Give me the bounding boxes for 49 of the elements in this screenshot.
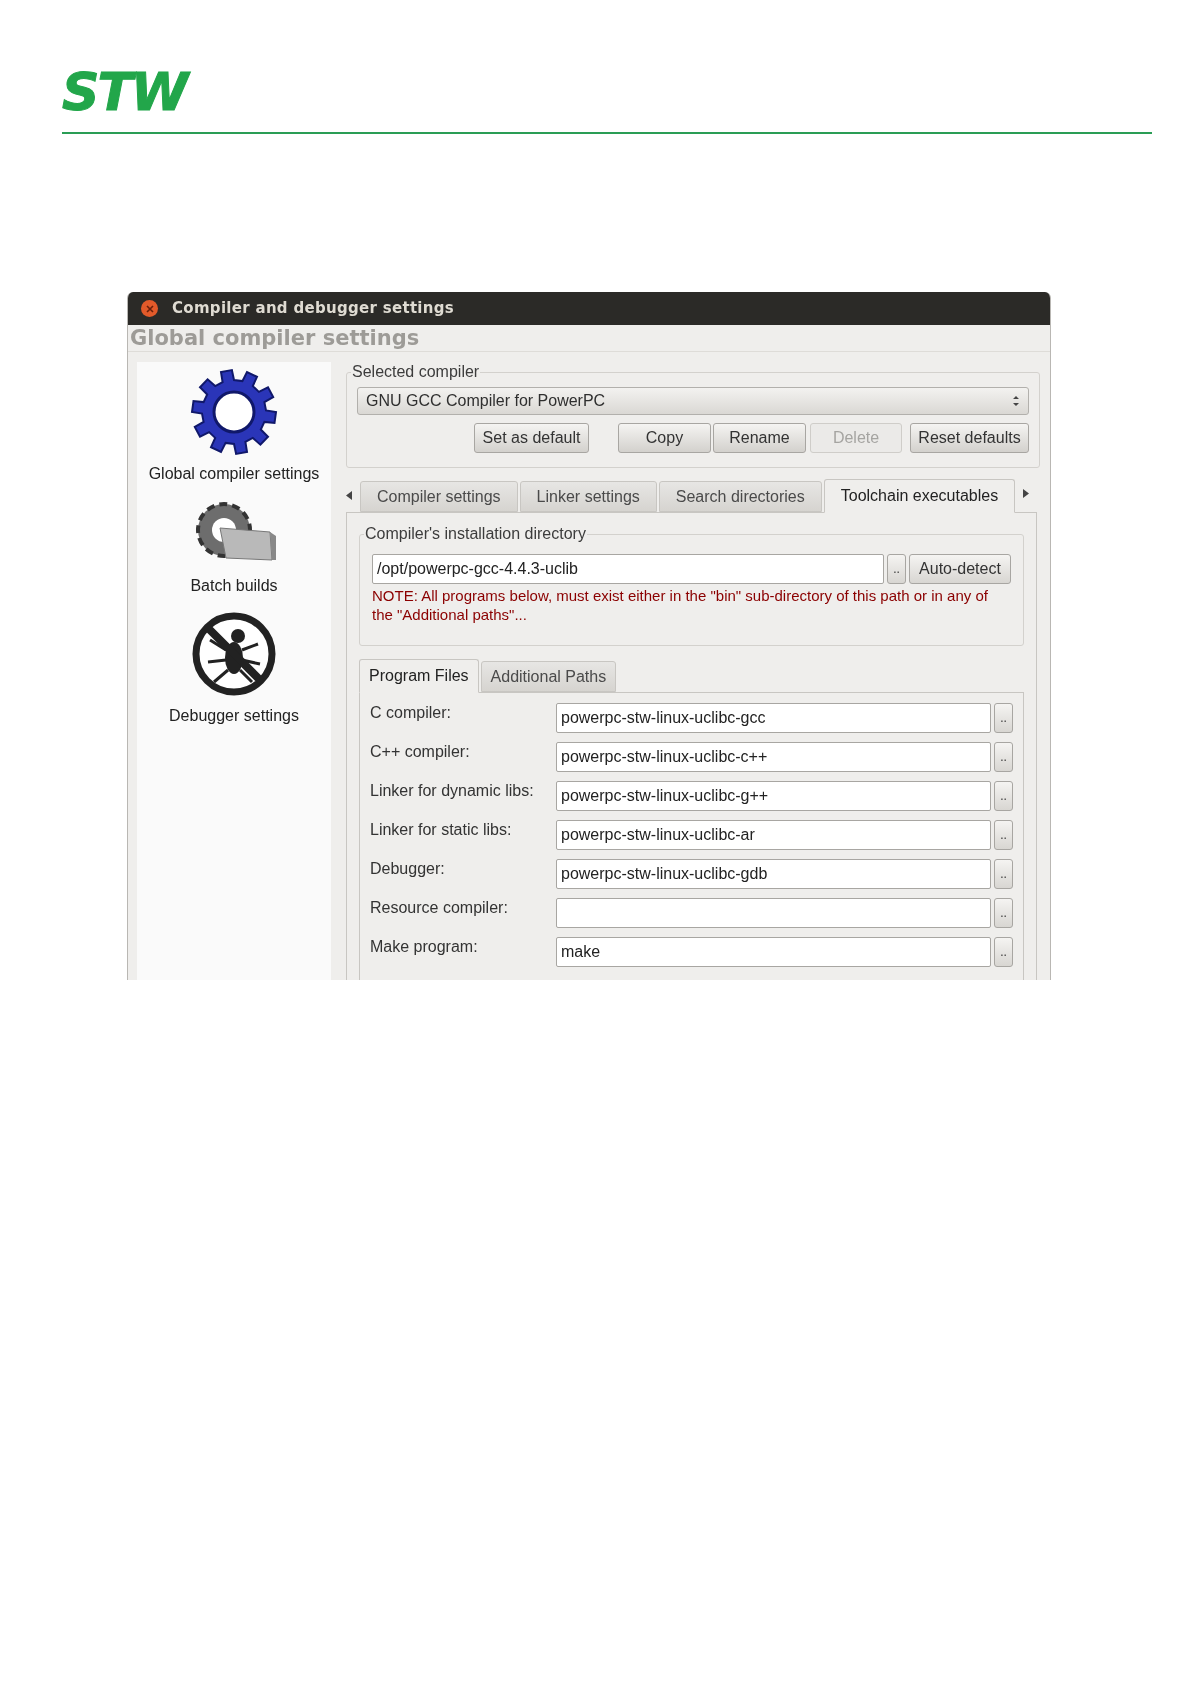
text-field[interactable] bbox=[556, 898, 992, 928]
close-icon[interactable] bbox=[141, 300, 158, 317]
field-label: Linker for dynamic libs: bbox=[370, 781, 535, 801]
field-label: Linker for static libs: bbox=[370, 820, 513, 840]
text-field[interactable]: powerpc-stw-linux-uclibc-ar bbox=[556, 820, 992, 850]
tab[interactable]: Toolchain executables bbox=[823, 479, 1016, 513]
sidebar-item[interactable]: Global compiler settings bbox=[148, 368, 320, 486]
dialog-button[interactable]: Set as default bbox=[474, 423, 589, 453]
tab[interactable]: Search directories bbox=[658, 481, 822, 512]
text-field[interactable]: powerpc-stw-linux-uclibc-gcc bbox=[556, 703, 992, 733]
directory-field[interactable]: /opt/powerpc-gcc-4.4.3-uclib bbox=[372, 554, 884, 584]
dialog-button[interactable]: Reset defaults bbox=[910, 423, 1029, 453]
tab[interactable]: Program Files bbox=[359, 659, 479, 693]
scroll-right-icon[interactable] bbox=[1023, 489, 1030, 498]
spinner-arrows-icon bbox=[1012, 394, 1020, 408]
browse-button[interactable]: .. bbox=[994, 742, 1013, 772]
browse-button[interactable]: .. bbox=[994, 703, 1013, 733]
text-field[interactable]: powerpc-stw-linux-uclibc-c++ bbox=[556, 742, 992, 772]
sidebar-item[interactable]: Debugger settings bbox=[169, 610, 299, 728]
browse-button[interactable]: .. bbox=[994, 820, 1013, 850]
browse-button[interactable]: .. bbox=[887, 554, 906, 584]
field-label: Make program: bbox=[370, 937, 479, 957]
note-text: NOTE: All programs below, must exist either in the "bin" sub-directory of this path or in any of the "Additional paths"... bbox=[372, 586, 989, 624]
browse-button[interactable]: .. bbox=[994, 898, 1013, 928]
field-label: Debugger: bbox=[370, 859, 446, 879]
crossed-bug-icon bbox=[190, 610, 278, 698]
sidebar-item[interactable]: Batch builds bbox=[190, 498, 278, 598]
text-field[interactable]: powerpc-stw-linux-uclibc-gdb bbox=[556, 859, 992, 889]
page-header: Global compiler settings bbox=[130, 327, 420, 349]
text-field[interactable]: powerpc-stw-linux-uclibc-g++ bbox=[556, 781, 992, 811]
scroll-left-icon[interactable] bbox=[346, 491, 352, 500]
tab[interactable]: Compiler settings bbox=[360, 481, 518, 512]
tab[interactable]: Additional Paths bbox=[480, 661, 617, 692]
field-label: C compiler: bbox=[370, 703, 452, 723]
window-title: Compiler and debugger settings bbox=[172, 298, 455, 320]
text-field[interactable]: make bbox=[556, 937, 992, 967]
auto-detect-button[interactable]: Auto-detect bbox=[909, 554, 1011, 584]
dialog-button[interactable]: Copy bbox=[618, 423, 711, 453]
field-label: Resource compiler: bbox=[370, 898, 509, 918]
field-label: C++ compiler: bbox=[370, 742, 471, 762]
browse-button[interactable]: .. bbox=[994, 859, 1013, 889]
group-legend: Compiler's installation directory bbox=[364, 524, 587, 544]
dialog-button[interactable]: Rename bbox=[713, 423, 806, 453]
compiler-dropdown[interactable]: GNU GCC Compiler for PowerPC bbox=[357, 387, 1029, 415]
browse-button[interactable]: .. bbox=[994, 781, 1013, 811]
tab[interactable]: Linker settings bbox=[519, 481, 657, 512]
group-legend: Selected compiler bbox=[351, 362, 481, 382]
gear-icon bbox=[190, 368, 278, 456]
browse-button[interactable]: .. bbox=[994, 937, 1013, 967]
